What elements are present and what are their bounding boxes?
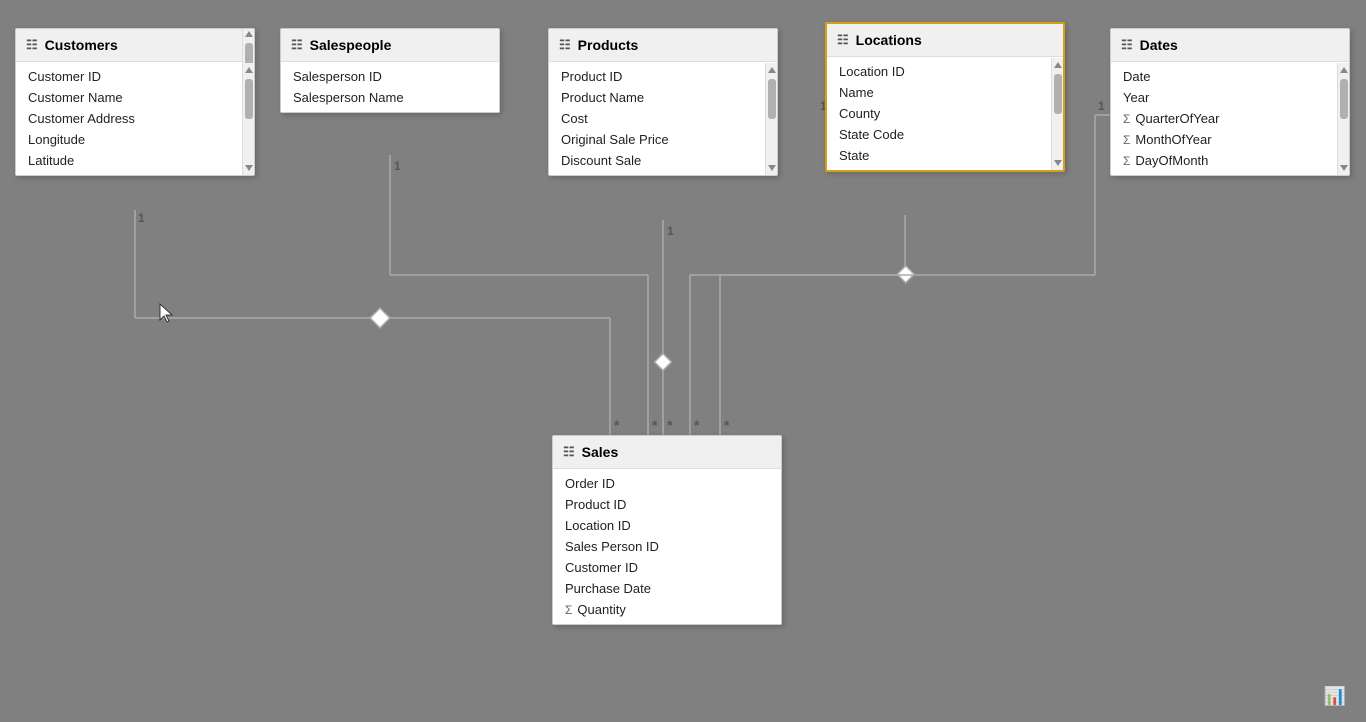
table-row: Purchase Date (553, 578, 781, 599)
table-row: Product ID (549, 66, 763, 87)
customers-table: ☷ Customers Customer ID Customer Name Cu… (15, 28, 255, 176)
customers-title: Customers (45, 37, 118, 53)
salespeople-body: Salesperson ID Salesperson Name (281, 62, 499, 112)
table-row: Location ID (827, 61, 1049, 82)
svg-text:1: 1 (1098, 99, 1105, 113)
table-row: Σ QuarterOfYear (1111, 108, 1335, 129)
customers-body: Customer ID Customer Name Customer Addre… (16, 62, 254, 175)
svg-text:*: * (652, 417, 658, 433)
salespeople-title: Salespeople (310, 37, 392, 53)
table-row: State (827, 145, 1049, 166)
svg-text:*: * (724, 417, 730, 433)
table-row: Σ DayOfMonth (1111, 150, 1335, 171)
salespeople-table: ☷ Salespeople Salesperson ID Salesperson… (280, 28, 500, 113)
svg-text:*: * (667, 417, 673, 433)
table-row: Salesperson ID (281, 66, 499, 87)
table-row: Original Sale Price (549, 129, 763, 150)
table-row: Latitude (16, 150, 242, 171)
table-row: Customer ID (16, 66, 242, 87)
svg-text:1: 1 (394, 159, 401, 173)
sigma-icon: Σ (1123, 112, 1130, 126)
products-body: Product ID Product Name Cost Original Sa… (549, 62, 777, 175)
products-header: ☷ Products (549, 29, 777, 62)
dates-header: ☷ Dates (1111, 29, 1349, 62)
table-row: Year (1111, 87, 1335, 108)
table-icon: ☷ (837, 32, 849, 48)
products-title: Products (578, 37, 639, 53)
products-table: ☷ Products Product ID Product Name Cost … (548, 28, 778, 176)
locations-table: ☷ Locations Location ID Name County Stat… (825, 22, 1065, 172)
table-row: Date (1111, 66, 1335, 87)
sigma-icon: Σ (565, 603, 572, 617)
salespeople-header: ☷ Salespeople (281, 29, 499, 62)
svg-text:1: 1 (667, 224, 674, 238)
locations-title: Locations (856, 32, 922, 48)
dates-title: Dates (1140, 37, 1178, 53)
mini-chart-icon: 📊 (1324, 686, 1346, 707)
table-row: Order ID (553, 473, 781, 494)
table-row: Cost (549, 108, 763, 129)
table-row: Salesperson Name (281, 87, 499, 108)
table-row: Discount Sale (549, 150, 763, 171)
svg-text:1: 1 (138, 211, 145, 225)
table-row: Customer ID (553, 557, 781, 578)
table-row: Customer Name (16, 87, 242, 108)
table-row: County (827, 103, 1049, 124)
sigma-icon: Σ (1123, 154, 1130, 168)
table-row: State Code (827, 124, 1049, 145)
dates-body: Date Year Σ QuarterOfYear Σ MonthOfYear … (1111, 62, 1349, 175)
table-row: Product Name (549, 87, 763, 108)
sales-title: Sales (582, 444, 619, 460)
sales-body: Order ID Product ID Location ID Sales Pe… (553, 469, 781, 624)
sales-header: ☷ Sales (553, 436, 781, 469)
table-icon: ☷ (1121, 37, 1133, 53)
table-icon: ☷ (291, 37, 303, 53)
cursor (158, 302, 176, 324)
table-row: Customer Address (16, 108, 242, 129)
table-row: Σ Quantity (553, 599, 781, 620)
table-row: Name (827, 82, 1049, 103)
table-row: Σ MonthOfYear (1111, 129, 1335, 150)
table-row: Longitude (16, 129, 242, 150)
table-row: Location ID (553, 515, 781, 536)
table-row: Sales Person ID (553, 536, 781, 557)
table-row: Product ID (553, 494, 781, 515)
sigma-icon: Σ (1123, 133, 1130, 147)
table-icon: ☷ (26, 37, 38, 53)
table-icon: ☷ (563, 444, 575, 460)
locations-body: Location ID Name County State Code State (827, 57, 1063, 170)
customers-header: ☷ Customers (16, 29, 254, 62)
table-icon: ☷ (559, 37, 571, 53)
svg-text:*: * (614, 417, 620, 433)
svg-text:*: * (694, 417, 700, 433)
locations-header: ☷ Locations (827, 24, 1063, 57)
dates-table: ☷ Dates Date Year Σ QuarterOfYear Σ Mont… (1110, 28, 1350, 176)
sales-table: ☷ Sales Order ID Product ID Location ID … (552, 435, 782, 625)
